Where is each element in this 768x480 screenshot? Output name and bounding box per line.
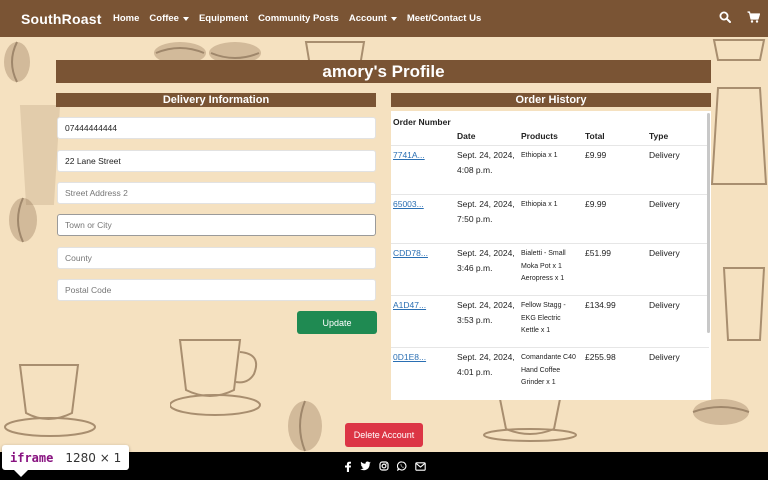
street-address-1-field[interactable] (57, 150, 376, 172)
nav-link-meet-contact[interactable]: Meet/Contact Us (407, 13, 481, 24)
column-header-products: Products (521, 131, 558, 141)
row-divider (391, 243, 709, 244)
coffee-bean-illustration (288, 400, 322, 452)
order-total: £255.98 (585, 352, 616, 362)
county-field[interactable] (57, 247, 376, 269)
orders-scrollbar[interactable] (707, 113, 710, 333)
order-number-link[interactable]: CDD78... (393, 246, 428, 261)
nav-icons (719, 11, 760, 23)
order-date: Sept. 24, 2024, 3:53 p.m. (457, 300, 515, 325)
delete-account-button[interactable]: Delete Account (345, 423, 423, 447)
row-divider (391, 295, 709, 296)
nav-links: Home Coffee Equipment Community Posts Ac… (113, 13, 491, 24)
badge-pointer (14, 470, 28, 477)
order-number-link[interactable]: A1D47... (393, 298, 426, 313)
column-header-order-number: Order Number (393, 117, 451, 127)
nav-dropdown-coffee[interactable]: Coffee (149, 13, 189, 24)
order-products: Comandante C40 Hand Coffee Grinder x 1 (521, 354, 576, 386)
order-number-link[interactable]: 65003... (393, 197, 424, 212)
order-date: Sept. 24, 2024, 3:46 p.m. (457, 248, 515, 273)
nav-link-equipment[interactable]: Equipment (199, 13, 248, 24)
top-navbar: SouthRoast Home Coffee Equipment Communi… (0, 0, 768, 37)
nav-link-home[interactable]: Home (113, 13, 139, 24)
twitter-icon[interactable] (359, 461, 371, 471)
facebook-icon[interactable] (343, 461, 352, 472)
cart-icon[interactable] (747, 11, 760, 23)
devtools-element-badge: iframe 1280 × 1 (2, 445, 130, 477)
order-date: Sept. 24, 2024, 4:08 p.m. (457, 150, 515, 175)
order-type: Delivery (649, 248, 680, 258)
coffee-bag-illustration (710, 87, 768, 185)
caret-down-icon (390, 16, 397, 21)
coffee-bean-illustration (692, 399, 750, 425)
coffee-cup-illustration (722, 267, 766, 341)
order-date: Sept. 24, 2024, 7:50 p.m. (457, 199, 515, 224)
order-total: £9.99 (585, 150, 607, 160)
column-header-date: Date (457, 131, 476, 141)
column-header-type: Type (649, 131, 669, 141)
coffee-bean-illustration (4, 41, 30, 83)
order-type: Delivery (649, 352, 680, 362)
profile-title: amory's Profile (56, 60, 711, 83)
brand-logo[interactable]: SouthRoast (21, 11, 113, 27)
search-icon[interactable] (719, 11, 731, 23)
coffee-cup-illustration (483, 398, 577, 442)
row-divider (391, 347, 709, 348)
order-date: Sept. 24, 2024, 4:01 p.m. (457, 352, 515, 377)
order-products: Ethiopia x 1 (521, 152, 558, 159)
order-number-link[interactable]: 7741A... (393, 148, 425, 163)
badge-tag: iframe (10, 450, 54, 465)
order-type: Delivery (649, 199, 680, 209)
order-products: Bialetti - Small Moka Pot x 1 Aeropress … (521, 250, 566, 282)
coffee-cup-illustration (4, 364, 96, 437)
email-icon[interactable] (414, 461, 426, 471)
order-number-link[interactable]: 0D1E8... (393, 350, 426, 365)
row-divider (391, 145, 709, 146)
order-type: Delivery (649, 150, 680, 160)
town-city-field[interactable] (57, 214, 376, 236)
row-divider (391, 194, 709, 195)
order-history-table[interactable]: Order Number Date Products Total Type 77… (391, 111, 711, 400)
order-products: Fellow Stagg - EKG Electric Kettle x 1 (521, 302, 566, 334)
order-type: Delivery (649, 300, 680, 310)
whatsapp-icon[interactable] (396, 461, 407, 471)
caret-down-icon (182, 16, 189, 21)
instagram-icon[interactable] (378, 461, 389, 471)
nav-link-community-posts[interactable]: Community Posts (258, 13, 339, 24)
coffee-cup-illustration (712, 39, 766, 61)
update-button[interactable]: Update (297, 311, 377, 334)
nav-dropdown-account[interactable]: Account (349, 13, 397, 24)
order-products: Ethiopia x 1 (521, 201, 558, 208)
column-header-total: Total (585, 131, 605, 141)
order-history-heading: Order History (391, 93, 711, 107)
badge-dimensions: 1280 × 1 (65, 450, 122, 465)
street-address-2-field[interactable] (57, 182, 376, 204)
order-total: £51.99 (585, 248, 611, 258)
delivery-heading: Delivery Information (56, 93, 376, 107)
postal-code-field[interactable] (57, 279, 376, 301)
order-total: £134.99 (585, 300, 616, 310)
phone-field[interactable] (57, 117, 376, 139)
order-total: £9.99 (585, 199, 607, 209)
coffee-cup-illustration (170, 339, 261, 416)
